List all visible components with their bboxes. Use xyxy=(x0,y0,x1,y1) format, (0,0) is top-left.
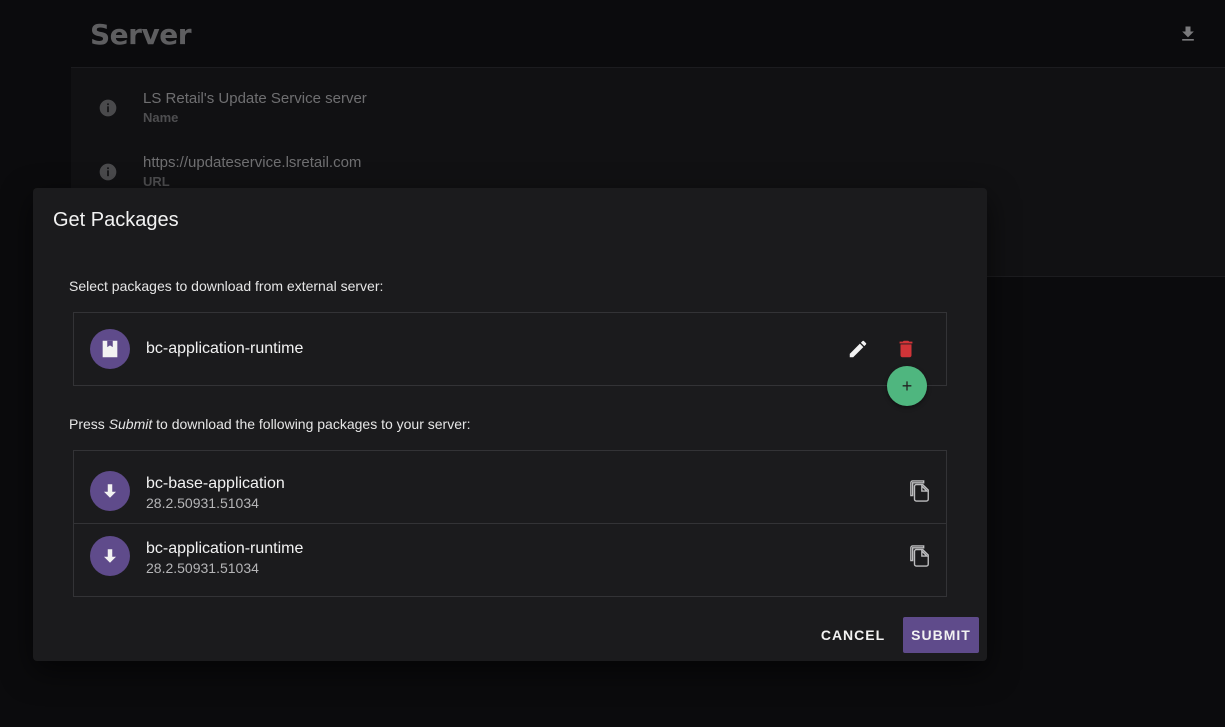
server-url-value: https://updateservice.lsretail.com xyxy=(143,154,362,171)
arrow-down-icon xyxy=(90,471,130,511)
submit-button[interactable]: SUBMIT xyxy=(903,617,979,653)
copy-icon[interactable] xyxy=(908,544,932,568)
instructions-emphasis: Submit xyxy=(108,416,153,432)
package-name: bc-base-application xyxy=(146,475,285,492)
server-url-label: URL xyxy=(143,174,170,189)
server-name-value: LS Retail's Update Service server xyxy=(143,90,367,107)
download-icon[interactable] xyxy=(1178,24,1198,44)
package-name: bc-application-runtime xyxy=(146,540,304,557)
select-packages-label: Select packages to download from externa… xyxy=(69,278,384,294)
server-name-row: LS Retail's Update Service server Name xyxy=(71,90,671,148)
copy-icon[interactable] xyxy=(908,479,932,503)
delete-icon[interactable] xyxy=(894,337,918,361)
list-item: bc-base-application 28.2.50931.51034 xyxy=(74,451,946,523)
cancel-button[interactable]: CANCEL xyxy=(819,617,887,653)
download-instructions-label: Press Submit to download the following p… xyxy=(69,416,471,432)
list-item: bc-application-runtime 28.2.50931.51034 xyxy=(74,523,946,596)
dialog-title: Get Packages xyxy=(53,209,179,231)
selected-packages-list: bc-application-runtime xyxy=(73,312,947,386)
package-version: 28.2.50931.51034 xyxy=(146,495,259,511)
server-name-label: Name xyxy=(143,110,179,125)
page-header: Server xyxy=(0,0,1225,68)
package-icon xyxy=(90,329,130,369)
edit-icon[interactable] xyxy=(846,337,870,361)
info-icon xyxy=(98,162,118,182)
page-title: Server xyxy=(90,18,192,51)
get-packages-dialog: Get Packages Select packages to download… xyxy=(33,188,987,661)
instructions-suffix: to download the following packages to yo… xyxy=(152,416,471,432)
download-packages-list: bc-base-application 28.2.50931.51034 bc-… xyxy=(73,450,947,597)
selected-package-name: bc-application-runtime xyxy=(146,340,304,357)
add-package-button[interactable]: + xyxy=(887,366,927,406)
arrow-down-icon xyxy=(90,536,130,576)
info-icon xyxy=(98,98,118,118)
instructions-prefix: Press xyxy=(69,416,109,432)
list-item: bc-application-runtime xyxy=(74,313,946,385)
package-version: 28.2.50931.51034 xyxy=(146,560,259,576)
add-icon: + xyxy=(901,376,913,396)
